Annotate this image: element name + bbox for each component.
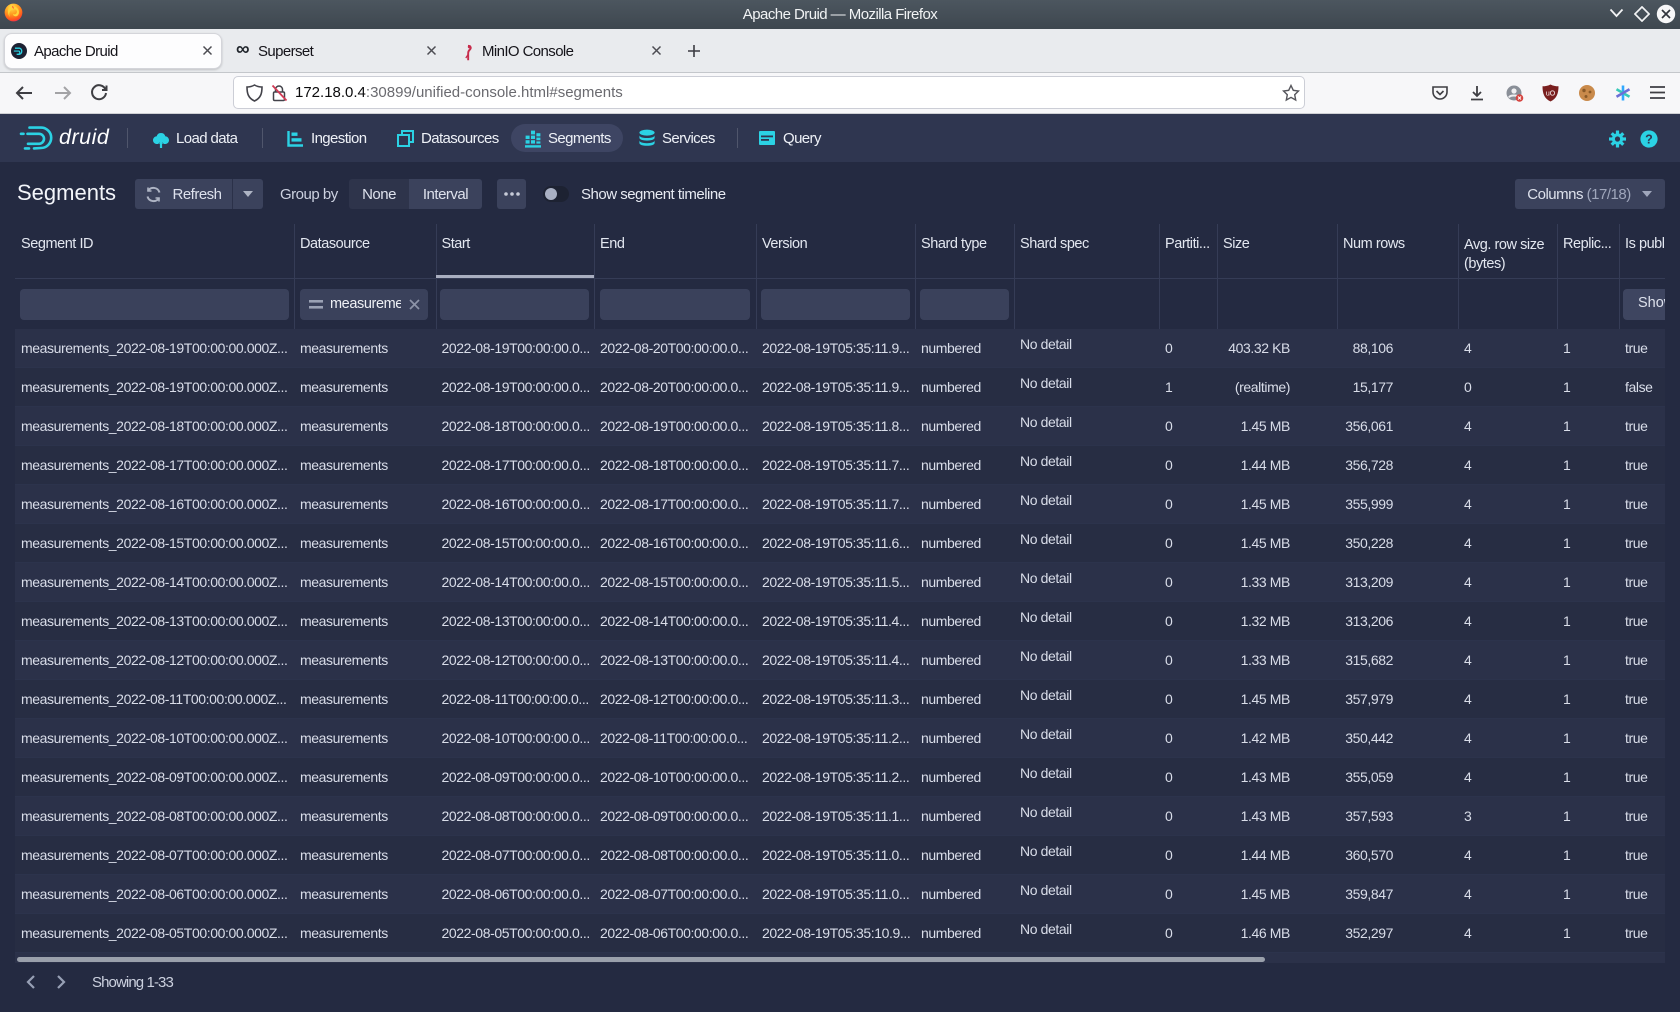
svg-text:uO: uO [1546, 91, 1556, 98]
svg-text:?: ? [1645, 133, 1653, 147]
